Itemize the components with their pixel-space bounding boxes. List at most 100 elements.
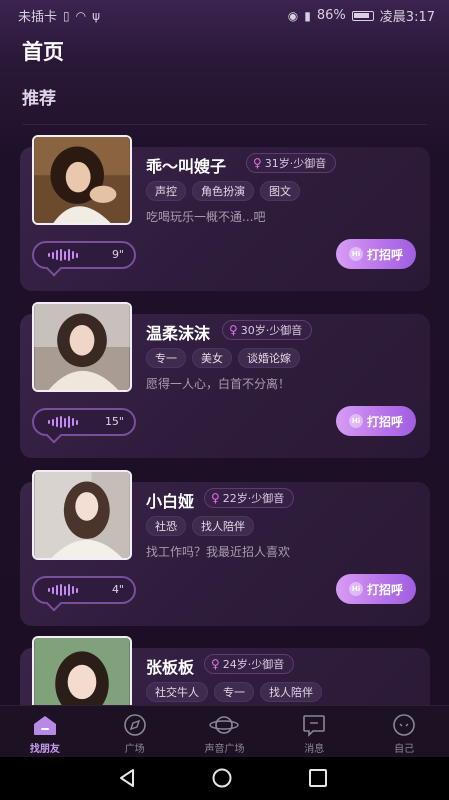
battery-icon bbox=[351, 10, 374, 21]
user-name: 张板板 bbox=[146, 658, 195, 677]
waveform-bar bbox=[60, 584, 62, 596]
user-name: 温柔沫沫 bbox=[146, 324, 211, 343]
back-icon[interactable] bbox=[116, 767, 138, 793]
recents-icon[interactable] bbox=[307, 767, 329, 793]
tag: 声控 bbox=[146, 181, 186, 201]
tag: 找人陪伴 bbox=[260, 682, 322, 702]
user-bio: 找工作吗？我最近招人喜欢 bbox=[146, 545, 291, 559]
age-voice-label: 31岁·少御音 bbox=[264, 157, 327, 170]
wifi-icon: ◠ bbox=[75, 8, 87, 23]
waveform-bar bbox=[48, 420, 50, 424]
tag: 图文 bbox=[260, 181, 300, 201]
home-icon bbox=[31, 712, 59, 738]
waveform-icon bbox=[48, 249, 78, 261]
voice-play-button[interactable]: 9" bbox=[32, 241, 136, 269]
eye-icon: ◉ bbox=[287, 8, 299, 23]
age-voice-badge: ♀ 22岁·少御音 bbox=[204, 488, 295, 508]
user-bio: 吃喝玩乐一概不通...吧 bbox=[146, 210, 266, 224]
tag-list: 社恐 找人陪伴 bbox=[146, 516, 254, 536]
bottom-tab-bar: 找朋友 广场 声音广场 消息 自己 bbox=[0, 705, 449, 757]
tab-label: 消息 bbox=[304, 744, 325, 755]
waveform-bar bbox=[52, 418, 54, 426]
tag-list: 声控 角色扮演 图文 bbox=[146, 181, 300, 201]
tab-label: 声音广场 bbox=[204, 744, 245, 755]
voice-play-button[interactable]: 4" bbox=[32, 576, 136, 604]
avatar[interactable] bbox=[32, 302, 132, 392]
age-voice-label: 30岁·少御音 bbox=[240, 324, 303, 337]
waveform-bar bbox=[52, 251, 54, 259]
system-nav-bar bbox=[0, 757, 449, 800]
message-icon bbox=[301, 712, 327, 738]
user-card[interactable]: 小白娅 ♀ 22岁·少御音 社恐 找人陪伴 找工作吗？我最近招人喜欢 4" Hi… bbox=[20, 470, 430, 626]
tab-label: 自己 bbox=[394, 744, 415, 755]
tab-me[interactable]: 自己 bbox=[359, 706, 449, 757]
age-voice-badge: ♀ 31岁·少御音 bbox=[246, 153, 337, 173]
female-icon: ♀ bbox=[253, 156, 262, 170]
tab-label: 找朋友 bbox=[29, 744, 60, 755]
greet-button[interactable]: Hi 打招呼 bbox=[336, 239, 416, 269]
app-screen: 未插卡 ▯ ◠ ψ ◉ ▮ 86% 凌晨3:17 首页 推荐 乖～叫嫂子 ♀ 3… bbox=[0, 0, 449, 800]
age-voice-badge: ♀ 24岁·少御音 bbox=[204, 654, 295, 674]
age-voice-label: 24岁·少御音 bbox=[222, 658, 285, 671]
avatar[interactable] bbox=[32, 135, 132, 225]
tab-square[interactable]: 广场 bbox=[90, 706, 180, 757]
usb-icon: ψ bbox=[92, 8, 101, 23]
tag: 角色扮演 bbox=[192, 181, 254, 201]
divider bbox=[22, 124, 427, 125]
home-circle-icon[interactable] bbox=[211, 767, 233, 793]
user-card[interactable]: 乖～叫嫂子 ♀ 31岁·少御音 声控 角色扮演 图文 吃喝玩乐一概不通...吧 … bbox=[20, 135, 430, 291]
avatar[interactable] bbox=[32, 470, 132, 560]
voice-duration: 9" bbox=[111, 248, 124, 261]
greet-button[interactable]: Hi 打招呼 bbox=[336, 406, 416, 436]
waveform-icon bbox=[48, 584, 78, 596]
tag: 社恐 bbox=[146, 516, 186, 536]
tab-label: 广场 bbox=[124, 744, 145, 755]
female-icon: ♀ bbox=[211, 491, 220, 505]
user-card[interactable]: 温柔沫沫 ♀ 30岁·少御音 专一 美女 谈婚论嫁 愿得一人心，白首不分离！ 1… bbox=[20, 302, 430, 458]
waveform-bar bbox=[56, 585, 58, 595]
tag: 找人陪伴 bbox=[192, 516, 254, 536]
waveform-bar bbox=[60, 249, 62, 261]
voice-duration: 4" bbox=[111, 583, 124, 596]
status-bar: 未插卡 ▯ ◠ ψ ◉ ▮ 86% 凌晨3:17 bbox=[0, 0, 449, 28]
tag: 谈婚论嫁 bbox=[238, 348, 300, 368]
voice-play-button[interactable]: 15" bbox=[32, 408, 136, 436]
tag: 专一 bbox=[214, 682, 254, 702]
tag: 美女 bbox=[192, 348, 232, 368]
tab-messages[interactable]: 消息 bbox=[269, 706, 359, 757]
waveform-bar bbox=[56, 250, 58, 260]
waveform-bar bbox=[68, 584, 70, 596]
waveform-bar bbox=[64, 417, 66, 427]
age-voice-label: 22岁·少御音 bbox=[222, 492, 285, 505]
tab-find-friends[interactable]: 找朋友 bbox=[0, 706, 90, 757]
tag: 社交牛人 bbox=[146, 682, 208, 702]
sim-icon: ▯ bbox=[63, 8, 70, 23]
waveform-bar bbox=[76, 419, 78, 425]
greet-button[interactable]: Hi 打招呼 bbox=[336, 574, 416, 604]
tab-voice-square[interactable]: 声音广场 bbox=[180, 706, 270, 757]
tag-list: 社交牛人 专一 找人陪伴 bbox=[146, 682, 322, 702]
age-voice-badge: ♀ 30岁·少御音 bbox=[222, 320, 313, 340]
avatar-image bbox=[34, 472, 130, 558]
waveform-bar bbox=[52, 586, 54, 594]
waveform-bar bbox=[72, 251, 74, 259]
waveform-bar bbox=[68, 249, 70, 261]
user-name: 小白娅 bbox=[146, 492, 195, 511]
waveform-bar bbox=[48, 253, 50, 257]
section-title: 推荐 bbox=[22, 89, 56, 109]
waveform-bar bbox=[64, 585, 66, 595]
carrier-text: 未插卡 bbox=[18, 10, 58, 25]
compass-icon bbox=[122, 712, 148, 738]
battery-percent: 86% bbox=[316, 8, 346, 23]
hi-icon: Hi bbox=[348, 247, 363, 261]
voice-duration: 15" bbox=[104, 415, 124, 428]
female-icon: ♀ bbox=[211, 657, 220, 671]
waveform-bar bbox=[56, 417, 58, 427]
greet-label: 打招呼 bbox=[366, 247, 403, 262]
user-name: 乖～叫嫂子 bbox=[146, 157, 227, 176]
waveform-bar bbox=[60, 416, 62, 428]
female-icon: ♀ bbox=[229, 323, 238, 337]
tag: 专一 bbox=[146, 348, 186, 368]
avatar-image bbox=[34, 137, 130, 223]
planet-icon bbox=[208, 712, 240, 738]
